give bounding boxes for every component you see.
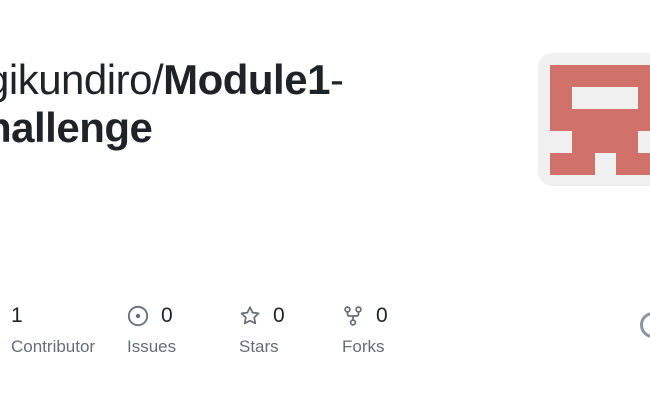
stars-count: 0 bbox=[273, 304, 285, 327]
repo-forked-icon bbox=[342, 305, 364, 327]
stat-forks: 0 Forks bbox=[342, 303, 388, 357]
issue-opened-icon bbox=[127, 305, 149, 327]
forks-label: Forks bbox=[342, 337, 385, 356]
stars-label: Stars bbox=[239, 337, 279, 356]
stat-contributors: 1 Contributor bbox=[11, 303, 95, 357]
stat-issues: 0 Issues bbox=[127, 303, 176, 357]
repo-social-card: gikundiro/Module1- hallenge 1 Contributo… bbox=[0, 0, 650, 400]
issues-label: Issues bbox=[127, 337, 177, 356]
star-icon bbox=[239, 305, 261, 327]
contributors-count: 1 bbox=[11, 304, 23, 327]
issues-count: 0 bbox=[161, 304, 173, 327]
repo-stats: 1 Contributor 0 Issues 0 Stars 0 Forks bbox=[0, 0, 650, 400]
stat-stars: 0 Stars bbox=[239, 303, 285, 357]
contributors-label: Contributor bbox=[11, 337, 96, 356]
forks-count: 0 bbox=[376, 304, 388, 327]
